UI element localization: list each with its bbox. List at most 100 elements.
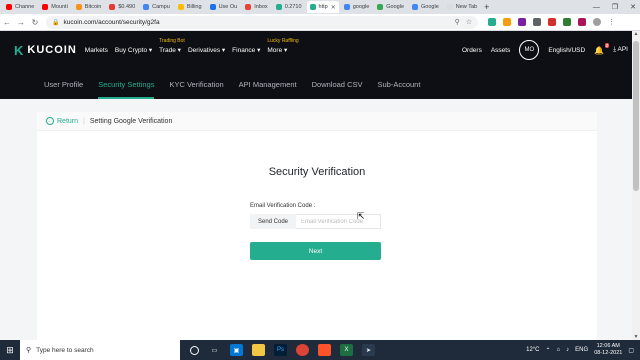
taskbar-search[interactable]: ⚲ Type here to search bbox=[20, 340, 180, 360]
email-code-input[interactable] bbox=[296, 214, 381, 229]
verification-card: ← Return | Setting Google Verification S… bbox=[37, 112, 597, 340]
subnav-tab[interactable]: KYC Verification bbox=[169, 69, 223, 99]
tray-overflow-icon[interactable]: ⌃ bbox=[546, 347, 551, 354]
tab-close-icon[interactable]: ✕ bbox=[331, 4, 336, 11]
browser-tab[interactable]: New Tab bbox=[444, 1, 480, 13]
subnav-tab[interactable]: Download CSV bbox=[312, 69, 363, 99]
language-currency-selector[interactable]: English/USD bbox=[548, 47, 585, 54]
close-window-icon[interactable]: ✕ bbox=[630, 3, 636, 11]
extension-icon[interactable] bbox=[548, 18, 556, 26]
tab-favicon-icon bbox=[42, 4, 49, 10]
chrome-icon[interactable] bbox=[296, 344, 309, 356]
browser-tab[interactable]: google bbox=[341, 1, 373, 13]
browser-tab[interactable]: http ✕ bbox=[306, 1, 339, 13]
tab-favicon-icon bbox=[143, 4, 150, 10]
site-header: K KUCOIN Markets Buy Crypto ▾ Trade ▾ Tradi… bbox=[0, 31, 632, 69]
back-icon[interactable]: ← bbox=[0, 18, 14, 27]
browser-tab[interactable]: Use Ou bbox=[207, 1, 241, 13]
profile-avatar-icon[interactable] bbox=[593, 18, 601, 26]
assets-link[interactable]: Assets bbox=[491, 47, 511, 54]
lock-icon[interactable]: 🔒 bbox=[52, 19, 59, 26]
url-text[interactable]: kucoin.com/account/security/g2fa bbox=[63, 19, 159, 26]
nav-item[interactable]: Trade ▾ Trading Bot bbox=[159, 38, 185, 54]
nav-item-label: Buy Crypto ▾ bbox=[114, 47, 153, 54]
clock[interactable]: 12:06 AM 08-12-2021 bbox=[594, 343, 622, 357]
kucoin-logo[interactable]: K KUCOIN bbox=[14, 43, 77, 58]
browser-tab[interactable]: Google bbox=[374, 1, 407, 13]
tab-favicon-icon bbox=[245, 4, 252, 10]
nav-item[interactable]: Buy Crypto ▾ bbox=[115, 46, 152, 54]
tab-favicon-icon bbox=[309, 4, 316, 10]
location-icon[interactable]: ⚲ bbox=[455, 18, 460, 26]
address-bar[interactable]: 🔒 kucoin.com/account/security/g2fa ⚲ ☆ bbox=[46, 15, 478, 29]
nav-item[interactable]: Finance ▾ bbox=[232, 46, 260, 54]
tab-label: Billing bbox=[186, 4, 202, 10]
excel-icon[interactable]: X bbox=[340, 344, 353, 356]
extensions-bar: ⋮ bbox=[488, 18, 615, 26]
browser-tab[interactable]: $0.490 bbox=[106, 1, 138, 13]
send-code-button[interactable]: Send Code bbox=[250, 214, 296, 229]
browser-tab[interactable]: Billing bbox=[175, 1, 205, 13]
browser-tab[interactable]: Inbox bbox=[242, 1, 270, 13]
tab-label: 0.2710 bbox=[284, 4, 302, 10]
subnav-tab[interactable]: Security Settings bbox=[98, 69, 155, 99]
reload-icon[interactable]: ↻ bbox=[28, 18, 42, 27]
extension-icon[interactable] bbox=[488, 18, 496, 26]
windows-taskbar: ⊞ ⚲ Type here to search ▭ ▣ Ps X ➤ 12°C … bbox=[0, 340, 640, 360]
photoshop-icon[interactable]: Ps bbox=[274, 344, 287, 356]
browser-tab[interactable]: Campu bbox=[140, 1, 173, 13]
extension-icon[interactable] bbox=[578, 18, 586, 26]
nav-item[interactable]: More ▾ Lucky Raffling bbox=[267, 38, 298, 54]
page-scrollbar[interactable]: ▲ ▼ bbox=[632, 31, 640, 340]
extension-icon[interactable] bbox=[563, 18, 571, 26]
menu-icon[interactable]: ⋮ bbox=[608, 18, 615, 26]
tab-label: Channe bbox=[15, 4, 35, 10]
nav-item[interactable]: Derivatives ▾ bbox=[188, 46, 225, 54]
extension-icon[interactable] bbox=[518, 18, 526, 26]
brave-icon[interactable] bbox=[318, 344, 331, 356]
api-download-link[interactable]: ⤓ API bbox=[613, 46, 628, 54]
browser-tab[interactable]: Bitcoin bbox=[73, 1, 105, 13]
bookmark-star-icon[interactable]: ☆ bbox=[466, 18, 472, 26]
browser-tab[interactable]: 0.2710 bbox=[273, 1, 305, 13]
store-icon[interactable]: ▣ bbox=[230, 344, 243, 356]
volume-icon[interactable]: ♪ bbox=[566, 347, 569, 353]
minimize-icon[interactable]: — bbox=[593, 4, 600, 11]
notifications-icon[interactable]: ▢ bbox=[628, 347, 634, 354]
forward-icon[interactable]: → bbox=[14, 18, 28, 27]
weather-temperature[interactable]: 12°C bbox=[526, 347, 539, 353]
new-tab-button[interactable]: + bbox=[484, 2, 489, 12]
extension-icon[interactable] bbox=[533, 18, 541, 26]
cortana-icon[interactable] bbox=[190, 345, 199, 355]
subnav-tab[interactable]: User Profile bbox=[44, 69, 83, 99]
windows-start-icon[interactable]: ⊞ bbox=[0, 345, 20, 356]
notification-bell-icon[interactable]: 🔔 2 bbox=[594, 42, 610, 55]
app-icon[interactable]: ➤ bbox=[362, 344, 375, 356]
avatar[interactable]: MO bbox=[519, 40, 540, 60]
window-controls: — ❐ ✕ bbox=[593, 0, 636, 14]
return-link[interactable]: ← Return bbox=[46, 117, 78, 125]
browser-tab[interactable]: Channe bbox=[3, 1, 37, 13]
subnav-tab[interactable]: API Management bbox=[239, 69, 297, 99]
extension-icon[interactable] bbox=[503, 18, 511, 26]
file-explorer-icon[interactable] bbox=[252, 344, 265, 356]
taskbar-search-placeholder: Type here to search bbox=[36, 346, 94, 354]
network-icon[interactable]: ⌂ bbox=[557, 347, 561, 353]
scrollbar-thumb[interactable] bbox=[633, 41, 639, 191]
orders-link[interactable]: Orders bbox=[462, 47, 482, 54]
tab-favicon-icon bbox=[377, 4, 384, 10]
subnav-tab[interactable]: Sub-Account bbox=[377, 69, 420, 99]
nav-promo-tag: Lucky Raffling bbox=[267, 38, 299, 44]
next-button[interactable]: Next bbox=[250, 242, 381, 260]
browser-tab[interactable]: Google bbox=[409, 1, 442, 13]
tab-favicon-icon bbox=[6, 4, 12, 10]
nav-item[interactable]: Markets bbox=[85, 47, 108, 54]
language-indicator[interactable]: ENG bbox=[575, 347, 588, 353]
browser-tab[interactable]: Mounti bbox=[39, 1, 71, 13]
scroll-up-icon[interactable]: ▲ bbox=[632, 31, 640, 37]
system-tray: 12°C ⌃ ⌂ ♪ ENG 12:06 AM 08-12-2021 ▢ bbox=[526, 343, 640, 357]
content-area: ← Return | Setting Google Verification S… bbox=[0, 99, 632, 340]
task-view-icon[interactable]: ▭ bbox=[208, 344, 221, 356]
tab-label: Use Ou bbox=[218, 4, 238, 10]
maximize-icon[interactable]: ❐ bbox=[612, 3, 618, 11]
